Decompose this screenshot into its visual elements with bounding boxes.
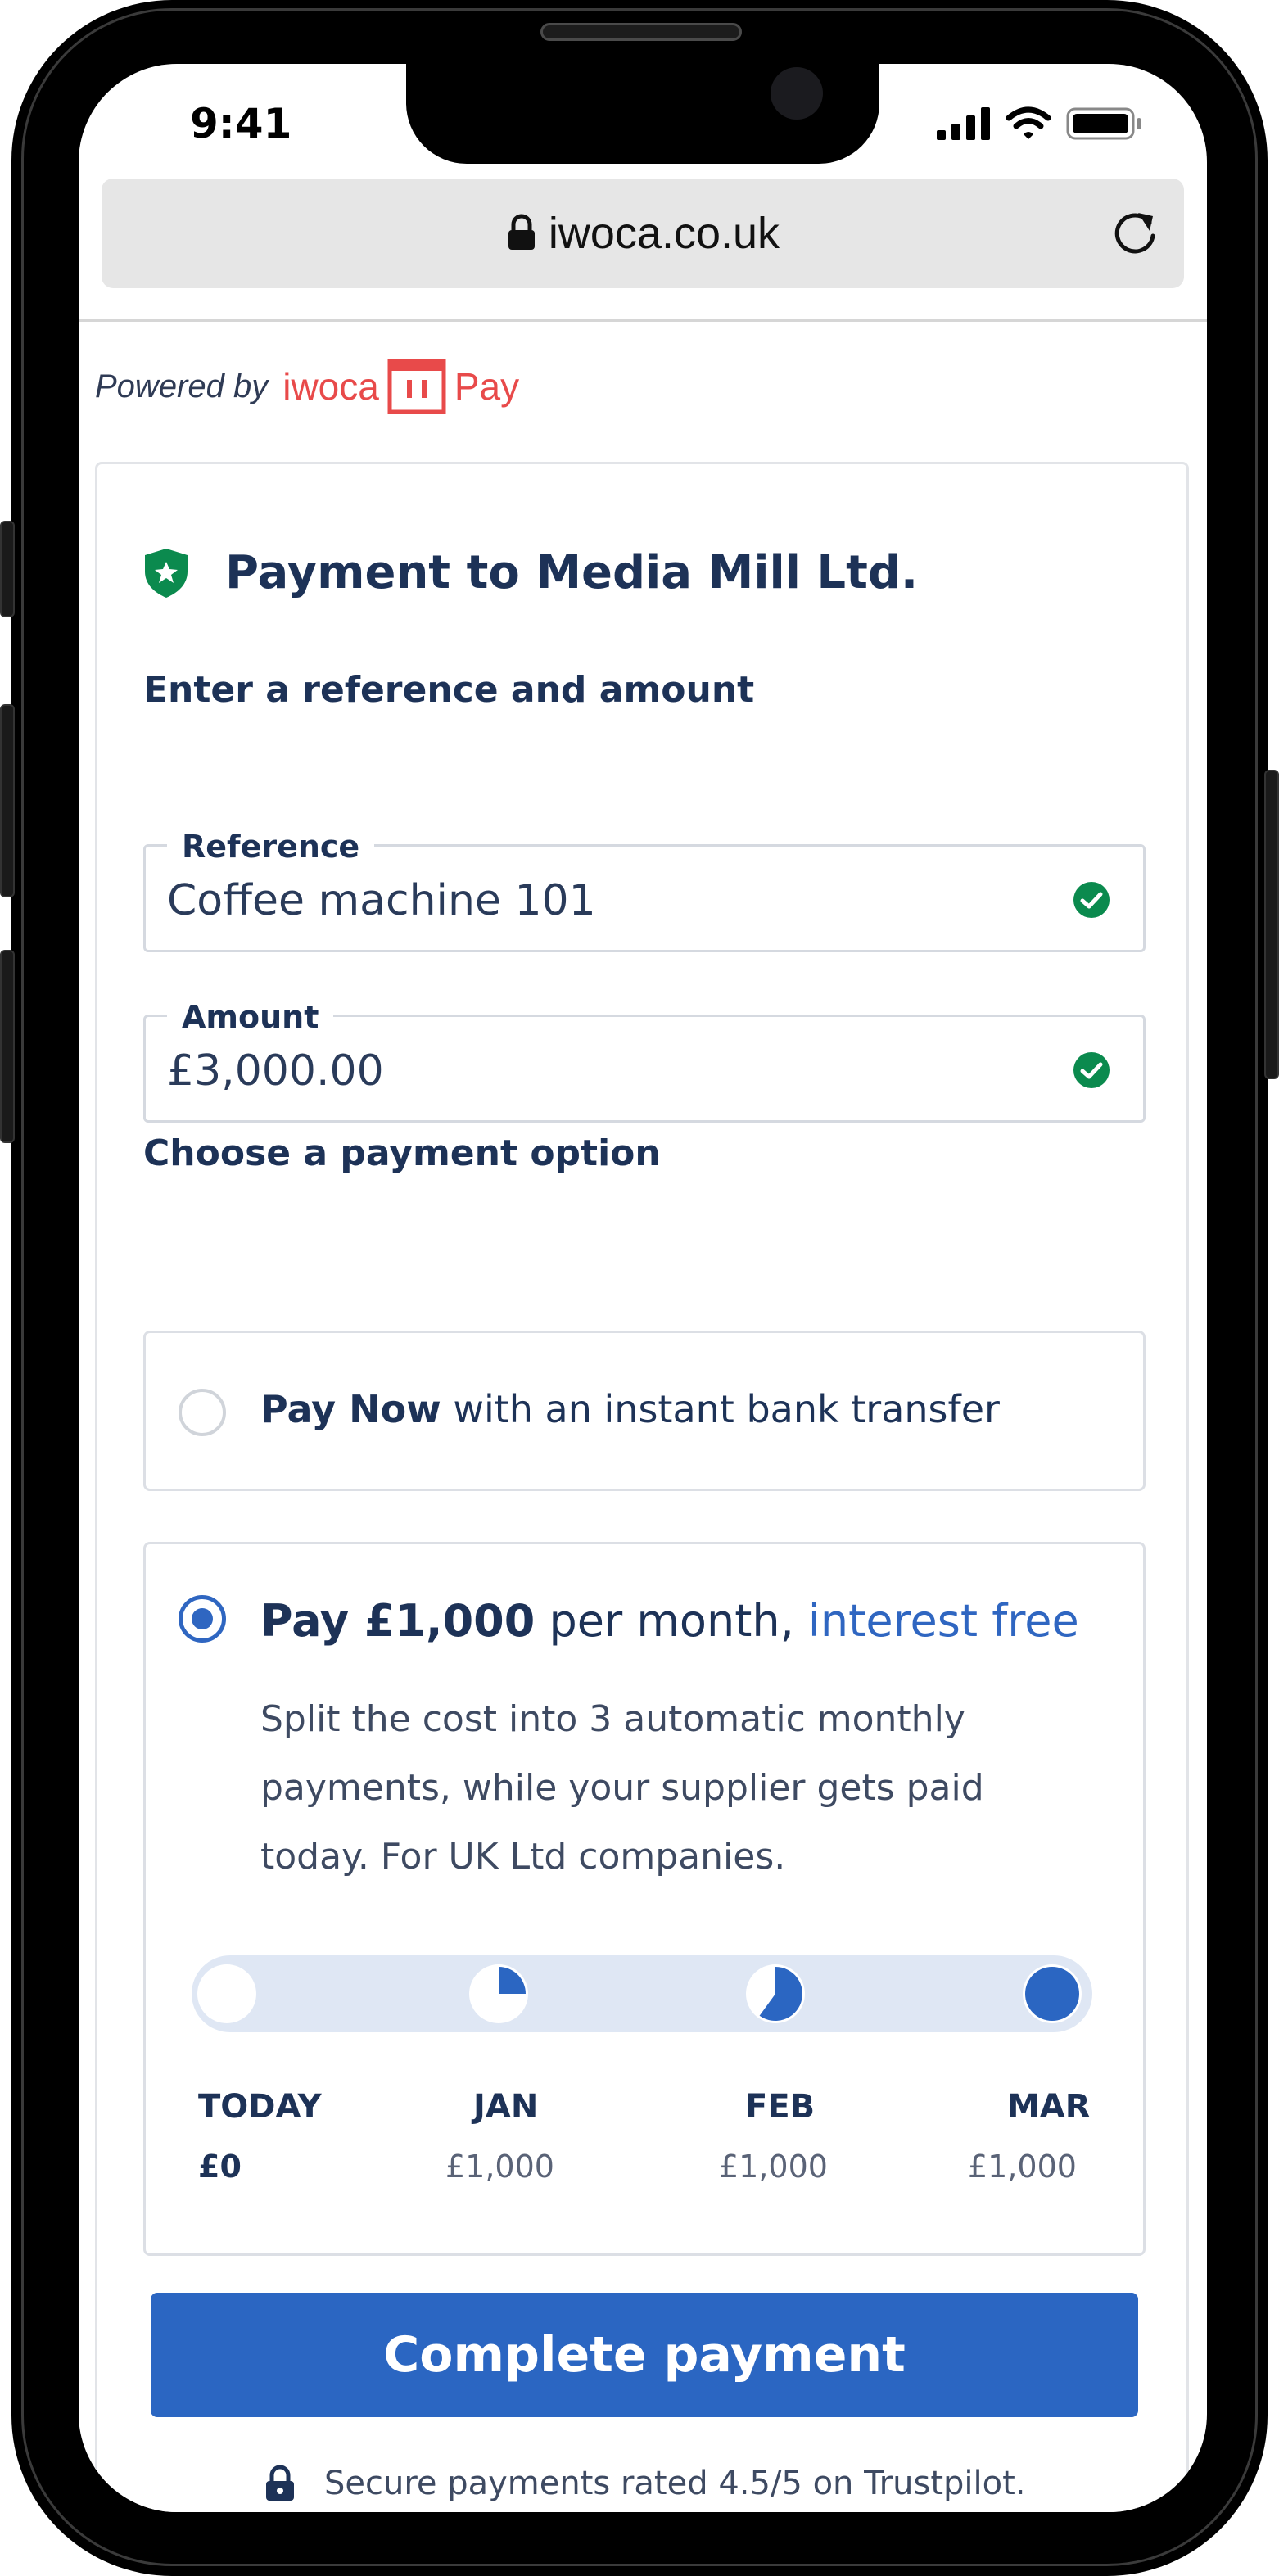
payment-timeline [192,1955,1092,2032]
schedule-label-feb: FEB [745,2088,816,2126]
shield-star-icon [145,548,188,598]
url-display: iwoca.co.uk [102,208,1184,259]
check-circle-icon [1073,882,1110,918]
reference-input[interactable]: Coffee machine 101 [167,876,596,925]
url-bar[interactable]: iwoca.co.uk [102,179,1184,288]
amount-label: Amount [167,999,334,1035]
wifi-icon [1006,106,1051,139]
notch [406,64,879,164]
brand-name: iwoca [282,365,379,408]
lock-icon [508,214,535,250]
status-time: 9:41 [190,100,292,147]
reload-icon[interactable] [1109,203,1163,260]
pay-monthly-radio[interactable] [179,1595,226,1643]
schedule-label-jan: JAN [473,2088,539,2126]
complete-payment-button[interactable]: Complete payment [151,2293,1138,2417]
pay-monthly-label-bold: Pay £1,000 [260,1595,536,1647]
phone-frame: 9:41 iwoca.co.uk Powered by iwoca Pay Pa… [0,0,1279,2576]
interest-free-label: interest free [807,1595,1079,1647]
timeline-node-jan [469,1964,528,2023]
check-circle-icon [1073,1052,1110,1088]
pay-monthly-option[interactable]: Pay £1,000 per month, interest free Spli… [143,1542,1146,2256]
schedule-label-mar: MAR [1007,2088,1091,2126]
payment-option-section-label: Choose a payment option [143,1132,661,1174]
product-name: Pay [454,365,520,408]
mute-switch [0,521,15,617]
reference-label: Reference [167,829,375,865]
timeline-node-today [197,1964,256,2023]
page-title: Payment to Media Mill Ltd. [225,546,919,599]
pay-monthly-description: Split the cost into 3 automatic monthly … [260,1698,984,1878]
pay-now-radio[interactable] [179,1389,226,1436]
url-text: iwoca.co.uk [548,209,780,258]
security-note-text: Secure payments rated 4.5/5 on Trustpilo… [324,2465,1026,2502]
amount-input[interactable]: £3,000.00 [167,1046,384,1096]
url-divider [79,319,1207,322]
iwoca-logo-icon [387,359,446,414]
schedule-amount-mar: £1,000 [968,2149,1077,2185]
schedule-amount-today: £0 [198,2149,242,2185]
signal-icon [937,107,990,140]
schedule-label-today: TODAY [198,2088,322,2126]
screen: 9:41 iwoca.co.uk Powered by iwoca Pay Pa… [79,64,1207,2512]
status-icons [937,106,1143,141]
pay-now-label-rest: with an instant bank transfer [441,1387,1000,1431]
pay-now-label: Pay Now with an instant bank transfer [260,1387,1000,1431]
pay-monthly-label: Pay £1,000 per month, interest free [260,1595,1079,1647]
reference-section-label: Enter a reference and amount [143,669,755,711]
powered-by: Powered by iwoca Pay [95,359,519,414]
payment-heading: Payment to Media Mill Ltd. [143,546,918,599]
volume-down-button [0,950,15,1143]
reference-field[interactable]: Reference Coffee machine 101 [143,829,1146,952]
speaker-grille [540,23,742,41]
schedule-amount-jan: £1,000 [445,2149,554,2185]
payment-card: Payment to Media Mill Ltd. Enter a refer… [95,462,1189,2512]
security-note: Secure payments rated 4.5/5 on Trustpilo… [264,2465,1025,2502]
amount-field[interactable]: Amount £3,000.00 [143,999,1146,1123]
volume-up-button [0,704,15,897]
pay-monthly-label-middle: per month, [535,1595,808,1647]
camera [771,67,823,120]
powered-by-label: Powered by [95,368,269,404]
power-button [1264,770,1279,1079]
pay-now-label-bold: Pay Now [260,1387,441,1431]
battery-icon [1066,107,1141,140]
timeline-node-mar [1023,1964,1082,2023]
timeline-node-feb [746,1964,805,2023]
schedule-amount-feb: £1,000 [719,2149,828,2185]
lock-icon [266,2465,294,2501]
pay-now-option[interactable]: Pay Now with an instant bank transfer [143,1331,1146,1491]
